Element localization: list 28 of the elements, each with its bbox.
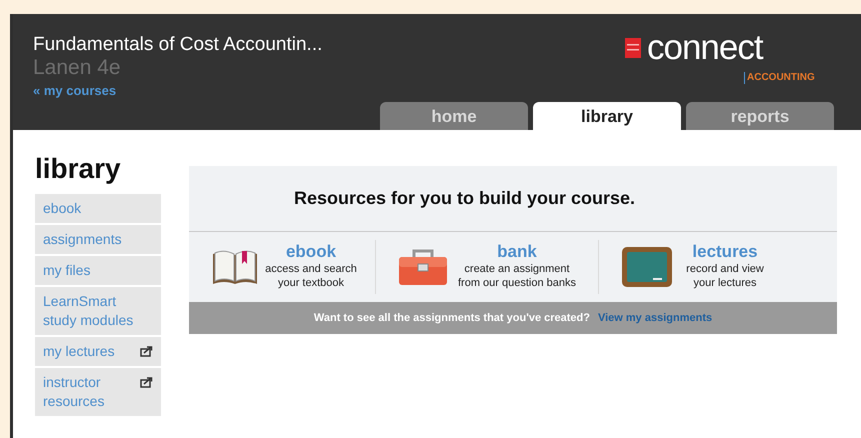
sidebar-item[interactable]: assignments [35,224,161,254]
nav-tab[interactable]: reports [686,102,834,130]
connect-wordmark: connect [647,32,764,64]
chalkboard-icon [621,246,673,288]
footer-text: Want to see all the assignments that you've created? [314,310,590,326]
publisher-logo-icon [625,38,641,58]
sidebar-item[interactable]: my files [35,256,161,285]
product-label: ACCOUNTING [744,72,815,84]
section-heading: Resources for you to build your course. [294,187,636,210]
resource-link[interactable]: ebook [263,242,359,262]
resource-link[interactable]: bank [452,242,582,262]
course-subtitle: Lanen 4e [33,56,122,79]
resource-link[interactable]: lectures [677,242,773,262]
my-courses-link[interactable]: « my courses [33,82,116,98]
sidebar-item[interactable]: LearnSmart study modules [35,286,161,335]
resource-description: record and view your lectures [685,262,765,292]
view-assignments-link[interactable]: View my assignments [598,310,712,326]
toolbox-icon [398,248,448,286]
nav-tab[interactable]: home [380,102,528,130]
sidebar-item[interactable]: my lectures [35,336,161,366]
page-title: library [35,152,122,186]
course-title: Fundamentals of Cost Accountin... [33,34,322,56]
book-icon [211,248,259,286]
resource-description: access and search your textbook [264,262,358,292]
nav-tab[interactable]: library [533,102,681,130]
resource-description: create an assignment from our question banks [456,262,577,292]
sidebar-item[interactable]: ebook [35,194,161,223]
sidebar-item[interactable]: instructor resources [35,368,161,416]
